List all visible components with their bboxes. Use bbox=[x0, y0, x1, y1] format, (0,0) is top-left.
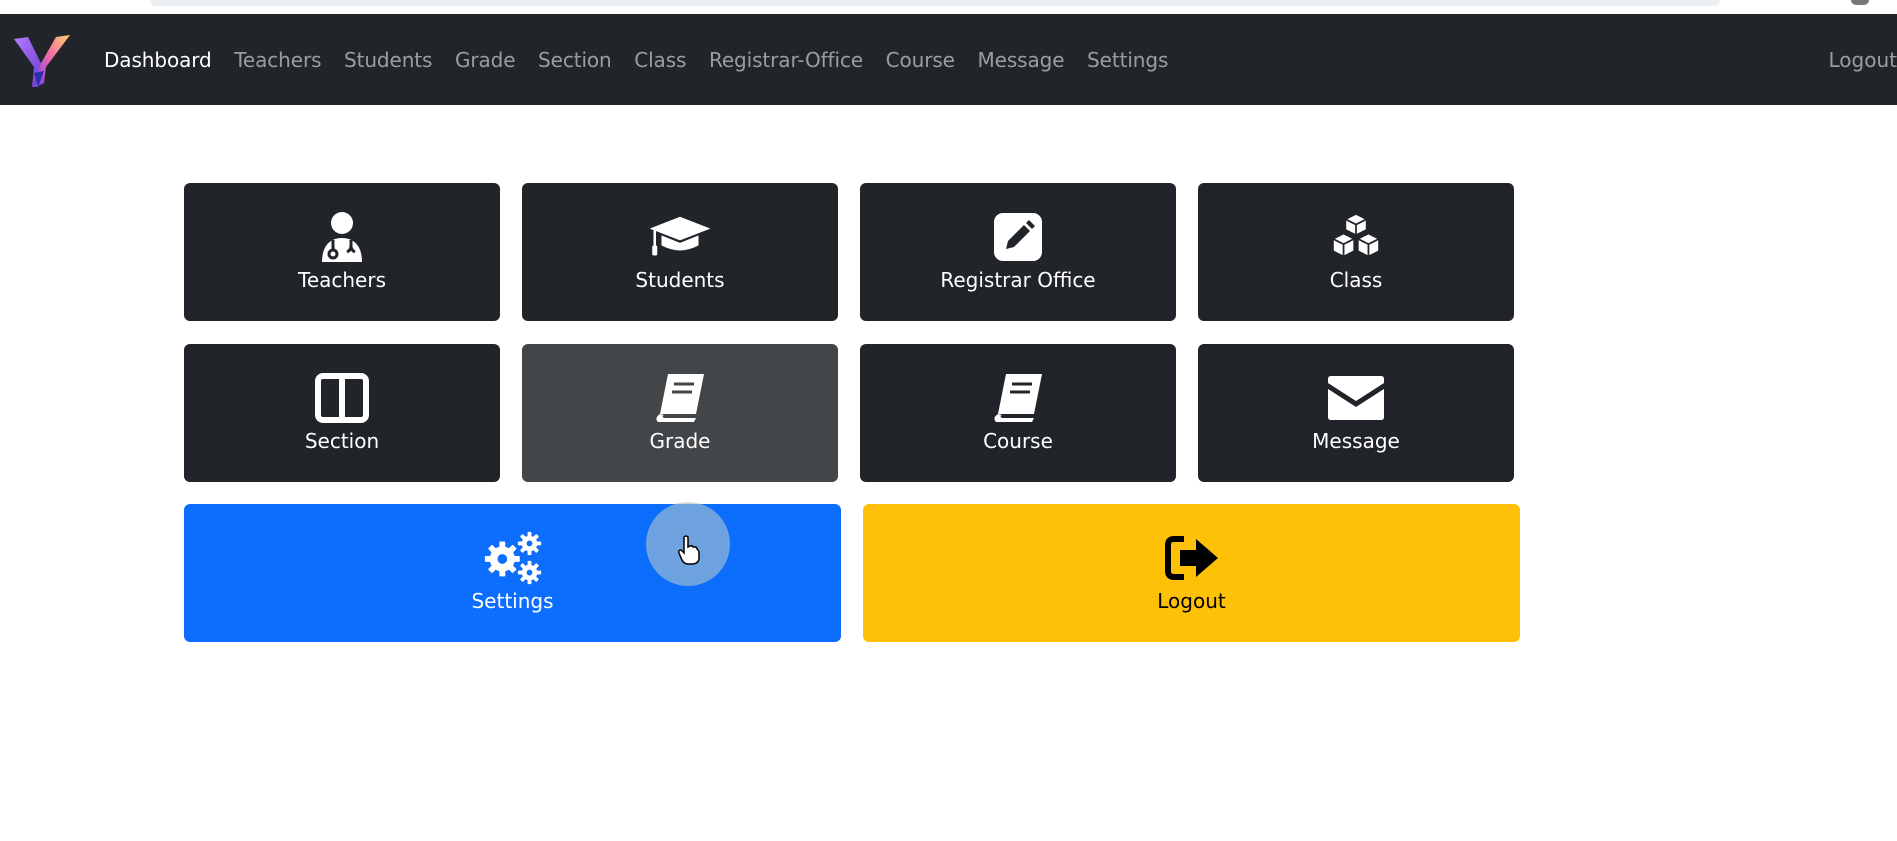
students-tile[interactable]: Students bbox=[522, 183, 838, 321]
y-logo-icon[interactable] bbox=[12, 31, 72, 89]
section-tile[interactable]: Section bbox=[184, 344, 500, 482]
course-label: Course bbox=[983, 429, 1053, 453]
browser-top-strip bbox=[0, 0, 1897, 14]
registrar-office-label: Registrar Office bbox=[940, 268, 1096, 292]
logout-label: Logout bbox=[1157, 589, 1226, 613]
book-icon bbox=[648, 370, 712, 426]
teachers-tile[interactable]: Teachers bbox=[184, 183, 500, 321]
nav-settings[interactable]: Settings bbox=[1087, 48, 1168, 72]
nav-logout[interactable]: Logout bbox=[1829, 14, 1897, 105]
message-tile[interactable]: Message bbox=[1198, 344, 1514, 482]
nav-grade[interactable]: Grade bbox=[455, 48, 516, 72]
nav-registrar-office[interactable]: Registrar-Office bbox=[709, 48, 863, 72]
cubes-icon bbox=[1324, 209, 1388, 265]
gears-icon bbox=[481, 530, 545, 586]
nav-class[interactable]: Class bbox=[634, 48, 686, 72]
nav-teachers[interactable]: Teachers bbox=[234, 48, 321, 72]
top-navbar: Dashboard Teachers Students Grade Sectio… bbox=[0, 14, 1897, 105]
nav-links: Dashboard Teachers Students Grade Sectio… bbox=[104, 14, 1191, 105]
envelope-icon bbox=[1324, 370, 1388, 426]
nav-dashboard[interactable]: Dashboard bbox=[104, 48, 212, 72]
nav-students[interactable]: Students bbox=[344, 48, 432, 72]
message-label: Message bbox=[1312, 429, 1400, 453]
students-label: Students bbox=[635, 268, 725, 292]
nav-section[interactable]: Section bbox=[538, 48, 612, 72]
settings-tile[interactable]: Settings bbox=[184, 504, 841, 642]
settings-label: Settings bbox=[471, 589, 554, 613]
doctor-user-icon bbox=[310, 209, 374, 265]
class-tile[interactable]: Class bbox=[1198, 183, 1514, 321]
teachers-label: Teachers bbox=[298, 268, 386, 292]
graduation-cap-icon bbox=[648, 209, 712, 265]
address-bar-edge bbox=[150, 0, 1720, 6]
registrar-office-tile[interactable]: Registrar Office bbox=[860, 183, 1176, 321]
section-label: Section bbox=[304, 429, 380, 453]
grade-tile[interactable]: Grade bbox=[522, 344, 838, 482]
course-tile[interactable]: Course bbox=[860, 344, 1176, 482]
pencil-square-icon bbox=[986, 209, 1050, 265]
nav-message[interactable]: Message bbox=[977, 48, 1064, 72]
grade-label: Grade bbox=[649, 429, 711, 453]
class-label: Class bbox=[1329, 268, 1383, 292]
sign-out-icon bbox=[1160, 530, 1224, 586]
book-icon bbox=[986, 370, 1050, 426]
columns-icon bbox=[310, 370, 374, 426]
nav-course[interactable]: Course bbox=[886, 48, 955, 72]
profile-avatar-edge bbox=[1851, 0, 1869, 5]
logout-tile[interactable]: Logout bbox=[863, 504, 1520, 642]
